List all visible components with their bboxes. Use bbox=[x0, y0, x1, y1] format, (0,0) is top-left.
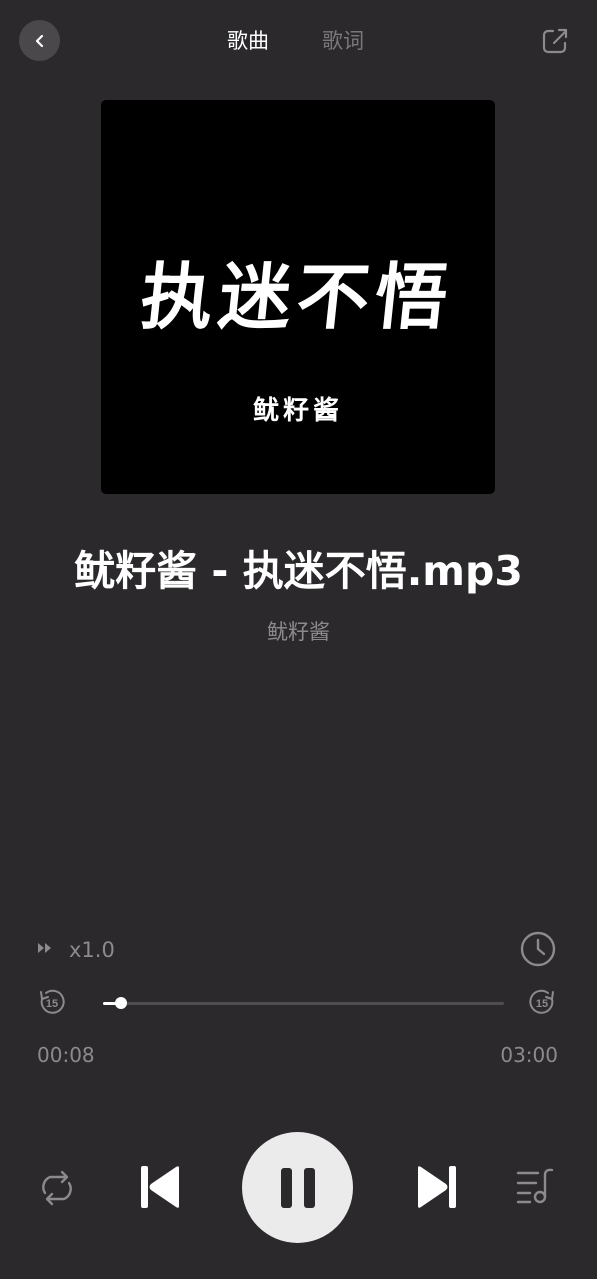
cover-title-art: 执迷不悟 bbox=[136, 254, 458, 339]
pause-button[interactable] bbox=[242, 1132, 353, 1243]
chevron-left-icon bbox=[35, 34, 43, 47]
progress-slider[interactable] bbox=[103, 997, 504, 1009]
playback-speed-icon[interactable] bbox=[37, 941, 53, 955]
share-external-icon bbox=[542, 28, 568, 54]
previous-track-button[interactable] bbox=[134, 1160, 186, 1214]
playback-speed-label[interactable]: x1.0 bbox=[69, 936, 115, 964]
song-artist[interactable]: 鱿籽酱 bbox=[0, 617, 597, 647]
skip-next-icon bbox=[418, 1166, 456, 1208]
skip-back-15-button[interactable]: 15 bbox=[37, 987, 67, 1017]
progress-thumb[interactable] bbox=[114, 997, 127, 1009]
album-cover: 执迷不悟 鱿籽酱 bbox=[101, 100, 495, 494]
tab-lyrics[interactable]: 歌词 bbox=[322, 26, 364, 56]
forward-15-icon: 15 bbox=[529, 989, 554, 1014]
cover-artist-art: 鱿籽酱 bbox=[252, 396, 343, 426]
skip-forward-label: 15 bbox=[536, 998, 548, 1010]
playlist-icon bbox=[516, 1168, 554, 1204]
skip-back-label: 15 bbox=[46, 998, 58, 1010]
back-button[interactable] bbox=[19, 20, 60, 61]
repeat-button[interactable] bbox=[34, 1166, 80, 1210]
song-title: 鱿籽酱 - 执迷不悟.mp3 bbox=[74, 547, 523, 595]
rewind-15-icon: 15 bbox=[40, 989, 65, 1014]
skip-forward-15-button[interactable]: 15 bbox=[527, 987, 557, 1017]
total-time: 03:00 bbox=[500, 1043, 558, 1067]
next-track-button[interactable] bbox=[411, 1160, 463, 1214]
sleep-timer-icon[interactable] bbox=[519, 930, 557, 968]
skip-previous-icon bbox=[141, 1166, 179, 1208]
share-button[interactable] bbox=[540, 26, 570, 56]
repeat-icon bbox=[42, 1170, 72, 1206]
tab-song[interactable]: 歌曲 bbox=[227, 26, 269, 56]
playlist-button[interactable] bbox=[514, 1166, 560, 1206]
pause-icon bbox=[280, 1167, 315, 1208]
current-time: 00:08 bbox=[37, 1043, 95, 1067]
